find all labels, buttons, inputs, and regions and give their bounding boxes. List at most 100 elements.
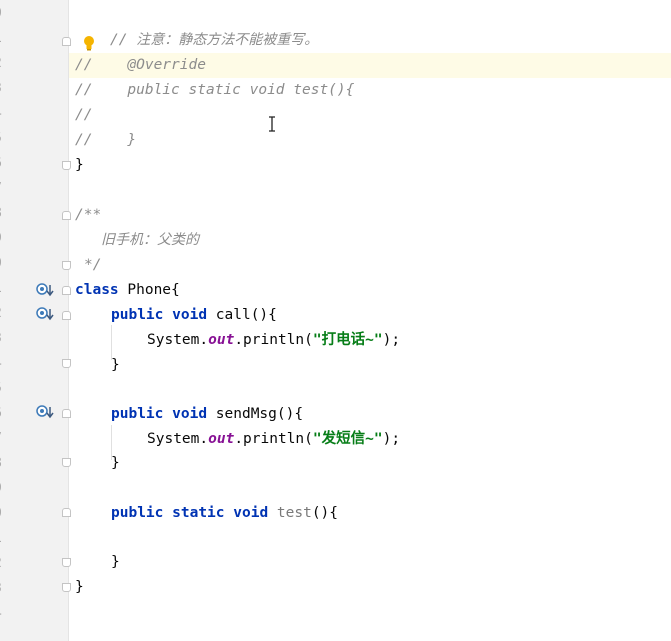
text-cursor-icon [269, 116, 275, 132]
comment-slashes: // [75, 132, 93, 148]
fold-marker-icon[interactable] [62, 409, 71, 418]
fold-marker-icon[interactable] [62, 558, 71, 567]
system-ref: System. [147, 431, 209, 447]
line-number: 6 [0, 156, 10, 171]
keyword-public: public [111, 307, 164, 323]
code-line-40[interactable]: */ [84, 253, 101, 278]
code-line-42[interactable]: public void call(){ [111, 303, 277, 328]
println-call: .println( [234, 431, 313, 447]
fold-marker-icon[interactable] [62, 458, 71, 467]
line-number: 7 [0, 181, 10, 196]
code-line-36[interactable]: } [75, 153, 84, 178]
string-literal: "发短信~" [312, 431, 383, 447]
code-line-38[interactable]: /** [75, 203, 101, 228]
fold-marker-icon[interactable] [62, 286, 71, 295]
doc-comment-text: 旧手机：父类的 [101, 232, 199, 248]
line-number: 4 [0, 606, 10, 621]
code-line-44[interactable]: } [111, 353, 120, 378]
doc-comment-close: */ [84, 257, 102, 273]
editor-gutter[interactable] [0, 0, 69, 641]
override-icon[interactable] [36, 405, 54, 419]
code-line-33[interactable]: // public static void test(){ [75, 78, 354, 103]
line-number: 5 [0, 381, 10, 396]
line-number: 3 [0, 331, 10, 346]
closing-brace: } [75, 157, 84, 173]
code-line-52[interactable]: } [111, 550, 120, 575]
fold-marker-icon[interactable] [62, 261, 71, 270]
line-number: 2 [0, 556, 10, 571]
fold-marker-icon[interactable] [62, 508, 71, 517]
code-line-47[interactable]: System.out.println("发短信~"); [147, 427, 400, 452]
line-number: 1 [0, 531, 10, 546]
method-params: (){ [311, 505, 339, 521]
line-number: 9 [0, 231, 10, 246]
static-field-out: out [208, 431, 235, 447]
line-number: 0 [0, 256, 10, 271]
closing-brace: } [111, 455, 120, 471]
line-number: 1 [0, 31, 10, 46]
fold-marker-icon[interactable] [62, 161, 71, 170]
println-call: .println( [234, 332, 313, 348]
string-literal: "打电话~" [312, 332, 383, 348]
keyword-class: class [75, 282, 119, 298]
line-number: 9 [0, 481, 10, 496]
method-name: sendMsg(){ [215, 406, 304, 422]
code-line-32[interactable]: // @Override [75, 53, 206, 78]
comment-slashes: // [75, 107, 93, 123]
keyword-void: void [172, 406, 208, 422]
static-field-out: out [208, 332, 235, 348]
statement-end: ); [382, 431, 401, 447]
line-number: 2 [0, 306, 10, 321]
line-number: 0 [0, 506, 10, 521]
code-line-31[interactable]: // 注意：静态方法不能被重写。 [110, 28, 318, 53]
code-line-53[interactable]: } [75, 575, 84, 600]
method-name-unused: test [276, 505, 312, 521]
system-ref: System. [147, 332, 209, 348]
line-number: 0 [0, 6, 10, 21]
code-line-39[interactable]: 旧手机：父类的 [101, 228, 199, 253]
keyword-static: static [172, 505, 225, 521]
keyword-public: public [111, 406, 164, 422]
code-line-43[interactable]: System.out.println("打电话~"); [147, 328, 400, 353]
comment-text: 注意：静态方法不能被重写。 [136, 32, 319, 48]
fold-marker-icon[interactable] [62, 583, 71, 592]
closing-brace: } [111, 554, 120, 570]
method-name: call(){ [215, 307, 277, 323]
override-icon[interactable] [36, 283, 54, 297]
line-number: 3 [0, 581, 10, 596]
code-line-35[interactable]: // } [75, 128, 136, 153]
line-number: 7 [0, 431, 10, 446]
statement-end: ); [382, 332, 401, 348]
class-name: Phone{ [127, 282, 180, 298]
code-line-34[interactable]: // [75, 103, 92, 128]
fold-marker-icon[interactable] [62, 311, 71, 320]
keyword-void: void [233, 505, 269, 521]
override-icon[interactable] [36, 307, 54, 321]
commented-code: public static void test(){ [127, 82, 355, 98]
fold-marker-icon[interactable] [62, 359, 71, 368]
line-number: 8 [0, 206, 10, 221]
lightbulb-icon[interactable] [82, 35, 96, 51]
line-number: 1 [0, 281, 10, 296]
keyword-public: public [111, 505, 164, 521]
comment-slashes: // [75, 57, 93, 73]
code-line-48[interactable]: } [111, 451, 120, 476]
fold-marker-icon[interactable] [62, 211, 71, 220]
line-number: 2 [0, 56, 10, 71]
line-number: 4 [0, 356, 10, 371]
line-number: 8 [0, 456, 10, 471]
code-line-41[interactable]: class Phone{ [75, 278, 180, 303]
keyword-void: void [172, 307, 208, 323]
line-number: 4 [0, 106, 10, 121]
commented-annotation: @Override [127, 57, 206, 73]
line-number: 5 [0, 131, 10, 146]
commented-brace: } [127, 132, 137, 148]
code-line-46[interactable]: public void sendMsg(){ [111, 402, 303, 427]
line-number: 3 [0, 81, 10, 96]
fold-marker-icon[interactable] [62, 37, 71, 46]
comment-slashes: // [110, 32, 128, 48]
closing-brace: } [75, 579, 84, 595]
code-line-50[interactable]: public static void test(){ [111, 501, 338, 526]
line-number: 6 [0, 406, 10, 421]
doc-comment-open: /** [75, 207, 102, 223]
